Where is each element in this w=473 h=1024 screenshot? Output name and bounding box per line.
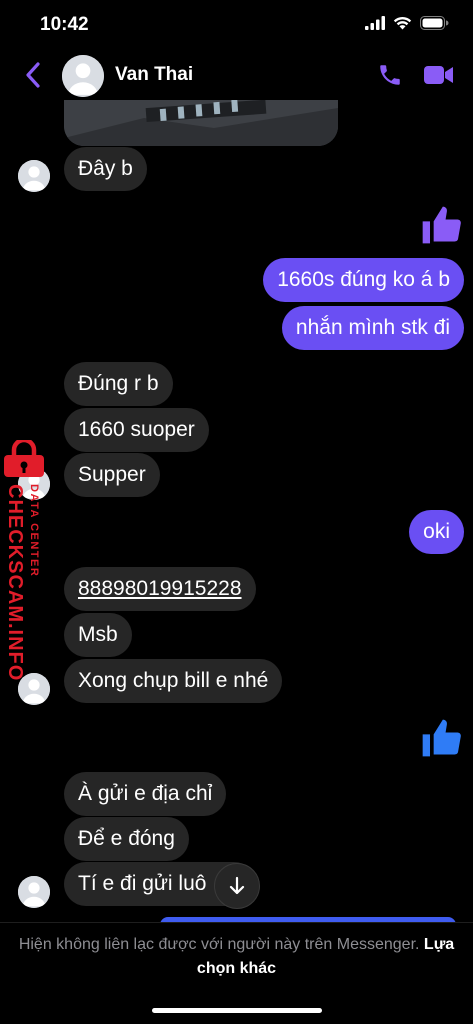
- scroll-to-bottom-button[interactable]: [214, 863, 260, 909]
- message-received[interactable]: Đây b: [64, 147, 147, 191]
- message-received[interactable]: Xong chụp bill e nhé: [64, 659, 283, 703]
- chat-header: Van Thai: [0, 50, 473, 100]
- video-camera-icon[interactable]: [423, 64, 455, 86]
- watermark-text: CHECKSCAM.INFO: [4, 484, 26, 682]
- message-received[interactable]: À gửi e địa chỉ: [64, 772, 227, 816]
- image-message[interactable]: [64, 98, 338, 146]
- status-time: 10:42: [40, 14, 89, 35]
- message-received[interactable]: Msb: [64, 613, 132, 657]
- photo-thumbnail: [64, 98, 338, 146]
- home-indicator[interactable]: [152, 1008, 322, 1013]
- lock-icon: [4, 440, 44, 477]
- sender-avatar[interactable]: [18, 876, 50, 908]
- contact-name[interactable]: Van Thai: [115, 64, 193, 86]
- signal-icon: [365, 16, 385, 30]
- message-sent[interactable]: nhắn mình stk đi: [281, 306, 464, 350]
- unavailable-notice: Hiện không liên lạc được với người này t…: [18, 936, 420, 953]
- battery-icon: [420, 16, 449, 30]
- watermark-subtext: DATA CENTER: [28, 484, 40, 578]
- message-received[interactable]: 1660 suoper: [64, 408, 209, 452]
- contact-avatar[interactable]: [62, 55, 104, 97]
- default-avatar-icon: [62, 55, 104, 97]
- wifi-icon: [393, 16, 412, 30]
- watermark: CHECKSCAM.INFO DATA CENTER: [0, 438, 50, 681]
- arrow-down-icon: [229, 876, 245, 895]
- back-chevron-icon[interactable]: [22, 58, 44, 92]
- thumbs-up-icon[interactable]: [419, 716, 463, 760]
- phone-icon[interactable]: [377, 62, 403, 88]
- status-bar: 10:42: [0, 0, 473, 50]
- message-received[interactable]: Đúng r b: [64, 362, 173, 406]
- thumbs-up-icon[interactable]: [419, 203, 463, 247]
- message-received-account-number[interactable]: 88898019915228: [64, 567, 256, 611]
- message-sent[interactable]: oki: [409, 510, 464, 554]
- sender-avatar[interactable]: [18, 160, 50, 192]
- message-received[interactable]: Supper: [64, 453, 160, 497]
- message-sent[interactable]: 1660s đúng ko á b: [263, 258, 464, 302]
- message-received[interactable]: Để e đóng: [64, 817, 189, 861]
